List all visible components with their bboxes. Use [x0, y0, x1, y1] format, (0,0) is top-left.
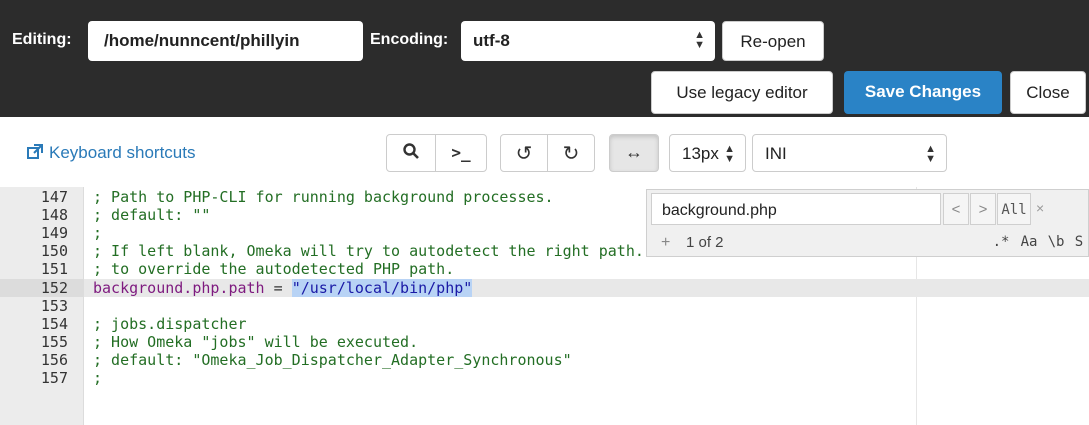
- code-text: ;: [93, 369, 103, 387]
- line-number: 149: [40, 224, 68, 243]
- line-number: 148: [40, 206, 68, 225]
- code-line[interactable]: 157;: [0, 369, 1089, 387]
- word-wrap-toggle[interactable]: ↔: [609, 134, 659, 172]
- ini-key: background.php.path: [93, 278, 265, 297]
- header-row-file: Editing: /home/nunncent/phillyin Encodin…: [0, 18, 1089, 64]
- header-row-actions: Use legacy editor Save Changes Close: [0, 71, 1089, 115]
- line-number: 152: [0, 278, 84, 297]
- code-text: ; If left blank, Omeka will try to autod…: [93, 242, 726, 261]
- code-line[interactable]: 152 background.php.path = "/usr/local/bin…: [0, 278, 1089, 297]
- redo-icon: ↻: [562, 143, 580, 165]
- redo-button[interactable]: ↻: [547, 134, 595, 172]
- find-prev-button[interactable]: <: [943, 193, 969, 225]
- undo-button[interactable]: ↺: [500, 134, 548, 172]
- match-count: 1 of 2: [686, 234, 724, 251]
- line-number: 151: [40, 260, 68, 279]
- code-text: ; Path to PHP-CLI for running background…: [93, 188, 554, 206]
- save-changes-button[interactable]: Save Changes: [844, 71, 1002, 114]
- select-arrows-icon: ▲ ▼: [724, 143, 735, 165]
- terminal-icon: >_: [451, 143, 471, 162]
- code-line[interactable]: 151 ; to override the autodetected PHP pa…: [0, 260, 1089, 278]
- use-legacy-editor-button[interactable]: Use legacy editor: [651, 71, 833, 114]
- reopen-button[interactable]: Re-open: [722, 21, 824, 61]
- close-button[interactable]: Close: [1010, 71, 1086, 114]
- goto-line-button[interactable]: >_: [435, 134, 487, 172]
- find-input[interactable]: background.php: [651, 193, 941, 225]
- select-arrows-icon: ▲ ▼: [694, 29, 705, 51]
- keyboard-shortcuts-link[interactable]: Keyboard shortcuts: [27, 143, 195, 163]
- close-icon[interactable]: ×: [1036, 200, 1044, 216]
- undo-icon: ↺: [515, 143, 533, 165]
- ini-value-selected: "/usr/local/bin/php": [291, 278, 473, 297]
- syntax-mode-value: INI: [765, 144, 787, 163]
- wrap-icon: ↔: [625, 142, 643, 162]
- code-text: ; to override the autodetected PHP path.: [93, 260, 455, 279]
- whole-word-option[interactable]: \b: [1043, 230, 1069, 254]
- file-path-field[interactable]: /home/nunncent/phillyin: [88, 21, 363, 61]
- code-line[interactable]: 156 ; default: "Omeka_Job_Dispatcher_Adap…: [0, 351, 1089, 369]
- search-icon: [403, 143, 419, 159]
- encoding-value: utf-8: [473, 31, 510, 50]
- editing-label: Editing:: [12, 31, 72, 48]
- code-text: ; How Omeka "jobs" will be executed.: [93, 332, 419, 351]
- code-line[interactable]: 155 ; How Omeka "jobs" will be executed.: [0, 333, 1089, 351]
- code-line[interactable]: 153: [0, 297, 1089, 315]
- search-button[interactable]: [386, 134, 436, 172]
- code-text: background.php.path = "/usr/local/bin/ph…: [93, 278, 473, 297]
- font-size-select[interactable]: 13px ▲ ▼: [669, 134, 746, 172]
- keyboard-shortcuts-label: Keyboard shortcuts: [49, 143, 196, 162]
- line-number: 157: [40, 369, 68, 387]
- syntax-mode-select[interactable]: INI ▲ ▼: [752, 134, 947, 172]
- code-text: ; jobs.dispatcher: [93, 314, 247, 333]
- case-sensitive-option[interactable]: Aa: [1015, 230, 1043, 254]
- external-link-icon: [27, 144, 43, 159]
- code-text: ; default: "": [93, 206, 211, 225]
- regex-option[interactable]: .*: [987, 230, 1015, 254]
- select-arrows-icon: ▲ ▼: [925, 143, 936, 165]
- ini-operator: =: [264, 278, 292, 297]
- find-panel: background.php < > All × + 1 of 2 .* Aa …: [646, 189, 1089, 257]
- font-size-value: 13px: [682, 144, 719, 163]
- editor-header: Editing: /home/nunncent/phillyin Encodin…: [0, 0, 1089, 117]
- code-text: ; default: "Omeka_Job_Dispatcher_Adapter…: [93, 350, 572, 369]
- line-number: 150: [40, 242, 68, 261]
- line-number: 156: [40, 350, 68, 369]
- encoding-select[interactable]: utf-8 ▲ ▼: [461, 21, 715, 61]
- editor-toolbar: Keyboard shortcuts >_ ↺ ↻ ↔ 13px ▲ ▼ INI …: [0, 117, 1089, 187]
- code-line[interactable]: 154 ; jobs.dispatcher: [0, 315, 1089, 333]
- toggle-replace-button[interactable]: +: [661, 234, 670, 252]
- line-number: 147: [40, 188, 68, 206]
- find-next-button[interactable]: >: [970, 193, 996, 225]
- line-number: 153: [40, 296, 68, 315]
- code-text: ;: [93, 224, 103, 243]
- find-all-button[interactable]: All: [997, 193, 1031, 225]
- search-in-selection-option[interactable]: S: [1069, 230, 1089, 254]
- encoding-label: Encoding:: [370, 31, 449, 48]
- line-number: 155: [40, 332, 68, 351]
- line-number: 154: [40, 314, 68, 333]
